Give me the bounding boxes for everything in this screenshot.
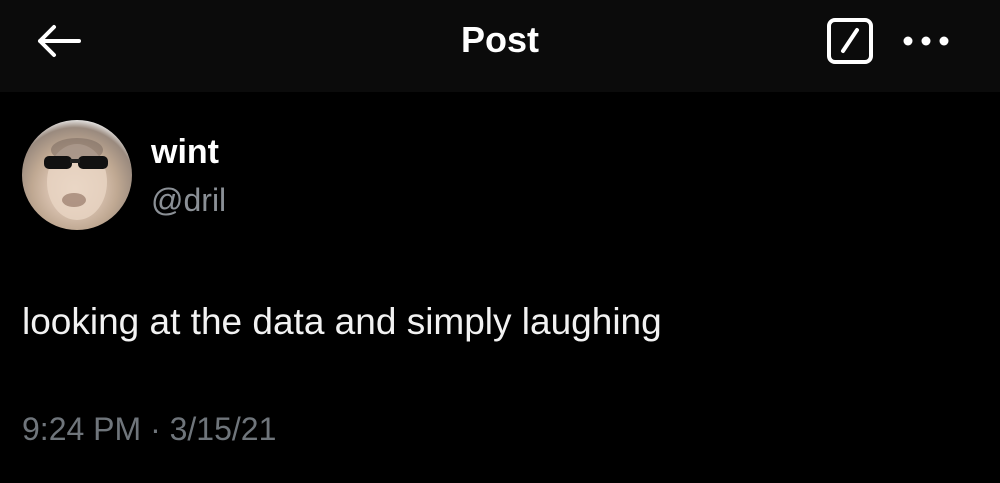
- avatar-photo: [44, 138, 108, 220]
- avatar[interactable]: [22, 120, 132, 230]
- author-display-name[interactable]: wint: [151, 130, 219, 174]
- grok-button[interactable]: [826, 17, 874, 65]
- post-text: looking at the data and simply laughing: [22, 301, 662, 342]
- more-horizontal-icon: [903, 36, 949, 46]
- grok-icon: [827, 18, 873, 64]
- more-options-button[interactable]: [896, 20, 956, 62]
- timestamp-separator: ·: [150, 411, 161, 447]
- post-timestamp[interactable]: 9:24 PM · 3/15/21: [22, 406, 276, 452]
- top-navigation-bar: Post: [0, 0, 1000, 92]
- post-date: 3/15/21: [169, 411, 277, 447]
- post-time: 9:24 PM: [22, 411, 142, 447]
- author-handle[interactable]: @dril: [151, 178, 226, 222]
